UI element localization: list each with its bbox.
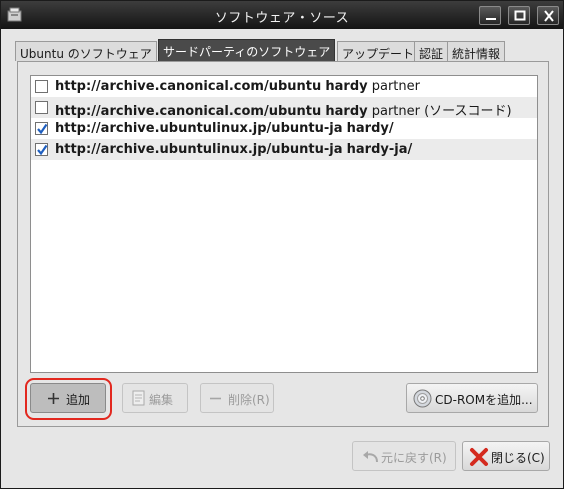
cdrom-icon bbox=[413, 389, 432, 408]
list-item[interactable]: http://archive.ubuntulinux.jp/ubuntu-ja … bbox=[31, 139, 537, 160]
list-item[interactable]: http://archive.canonical.com/ubuntu hard… bbox=[31, 97, 537, 119]
revert-button-label: 元に戻す(R) bbox=[381, 451, 447, 465]
list-item[interactable]: http://archive.canonical.com/ubuntu hard… bbox=[31, 76, 537, 97]
close-x-icon bbox=[470, 448, 488, 466]
minimize-icon bbox=[486, 18, 496, 20]
source-line: http://archive.ubuntulinux.jp/ubuntu-ja … bbox=[55, 142, 412, 157]
tab-ubuntu-software[interactable]: Ubuntu のソフトウェア bbox=[15, 41, 157, 61]
add-cdrom-button-label: CD-ROMを追加... bbox=[435, 393, 533, 407]
source-checkbox[interactable] bbox=[35, 80, 48, 93]
tab-authentication[interactable]: 認証 bbox=[414, 41, 449, 61]
edit-button[interactable]: 編集 bbox=[122, 383, 188, 413]
source-dist: hardy bbox=[325, 79, 368, 94]
source-dist: hardy bbox=[325, 104, 368, 119]
third-party-panel: http://archive.canonical.com/ubuntu hard… bbox=[17, 61, 549, 427]
delete-button[interactable]: 削除(R) bbox=[200, 383, 274, 413]
close-button-label: 閉じる(C) bbox=[491, 451, 545, 465]
tab-updates[interactable]: アップデート bbox=[337, 41, 420, 61]
maximize-button[interactable] bbox=[508, 6, 530, 25]
delete-button-label: 削除(R) bbox=[228, 393, 270, 407]
source-url: http://archive.ubuntulinux.jp/ubuntu-ja bbox=[55, 142, 343, 157]
source-checkbox[interactable] bbox=[35, 101, 48, 114]
source-url: http://archive.ubuntulinux.jp/ubuntu-ja bbox=[55, 121, 343, 136]
close-icon bbox=[544, 10, 554, 22]
edit-document-icon bbox=[132, 390, 145, 406]
source-dist: hardy-ja/ bbox=[346, 142, 413, 157]
source-checkbox[interactable] bbox=[35, 143, 48, 156]
list-item[interactable]: http://archive.ubuntulinux.jp/ubuntu-ja … bbox=[31, 118, 537, 139]
close-button[interactable]: 閉じる(C) bbox=[462, 441, 550, 471]
minimize-button[interactable] bbox=[479, 6, 501, 25]
window-close-button[interactable] bbox=[537, 6, 559, 25]
source-line: http://archive.canonical.com/ubuntu hard… bbox=[55, 79, 420, 94]
checkmark-icon bbox=[37, 123, 48, 135]
revert-button[interactable]: 元に戻す(R) bbox=[352, 441, 456, 471]
tab-third-party-software[interactable]: サードパーティのソフトウェア bbox=[158, 39, 336, 62]
source-url: http://archive.canonical.com/ubuntu bbox=[55, 79, 322, 94]
source-dist: hardy/ bbox=[346, 121, 394, 136]
software-sources-window: ソフトウェア・ソース Ubuntu のソフトウェア サードパーティのソフトウェア… bbox=[0, 0, 564, 489]
highlight-annotation bbox=[25, 378, 112, 420]
source-line: http://archive.canonical.com/ubuntu hard… bbox=[55, 100, 512, 119]
edit-button-label: 編集 bbox=[149, 393, 174, 407]
tab-statistics[interactable]: 統計情報 bbox=[447, 41, 506, 61]
sources-list: http://archive.canonical.com/ubuntu hard… bbox=[30, 75, 538, 373]
source-url: http://archive.canonical.com/ubuntu bbox=[55, 104, 322, 119]
maximize-icon bbox=[514, 10, 526, 21]
add-cdrom-button[interactable]: CD-ROMを追加... bbox=[406, 383, 538, 413]
source-checkbox[interactable] bbox=[35, 122, 48, 135]
source-component: partner bbox=[371, 79, 420, 94]
source-line: http://archive.ubuntulinux.jp/ubuntu-ja … bbox=[55, 121, 394, 136]
revert-icon bbox=[363, 451, 378, 463]
checkmark-icon bbox=[37, 144, 48, 156]
source-component: partner (ソースコード) bbox=[371, 104, 512, 119]
title-bar[interactable]: ソフトウェア・ソース bbox=[1, 1, 563, 29]
minus-icon bbox=[210, 397, 221, 400]
